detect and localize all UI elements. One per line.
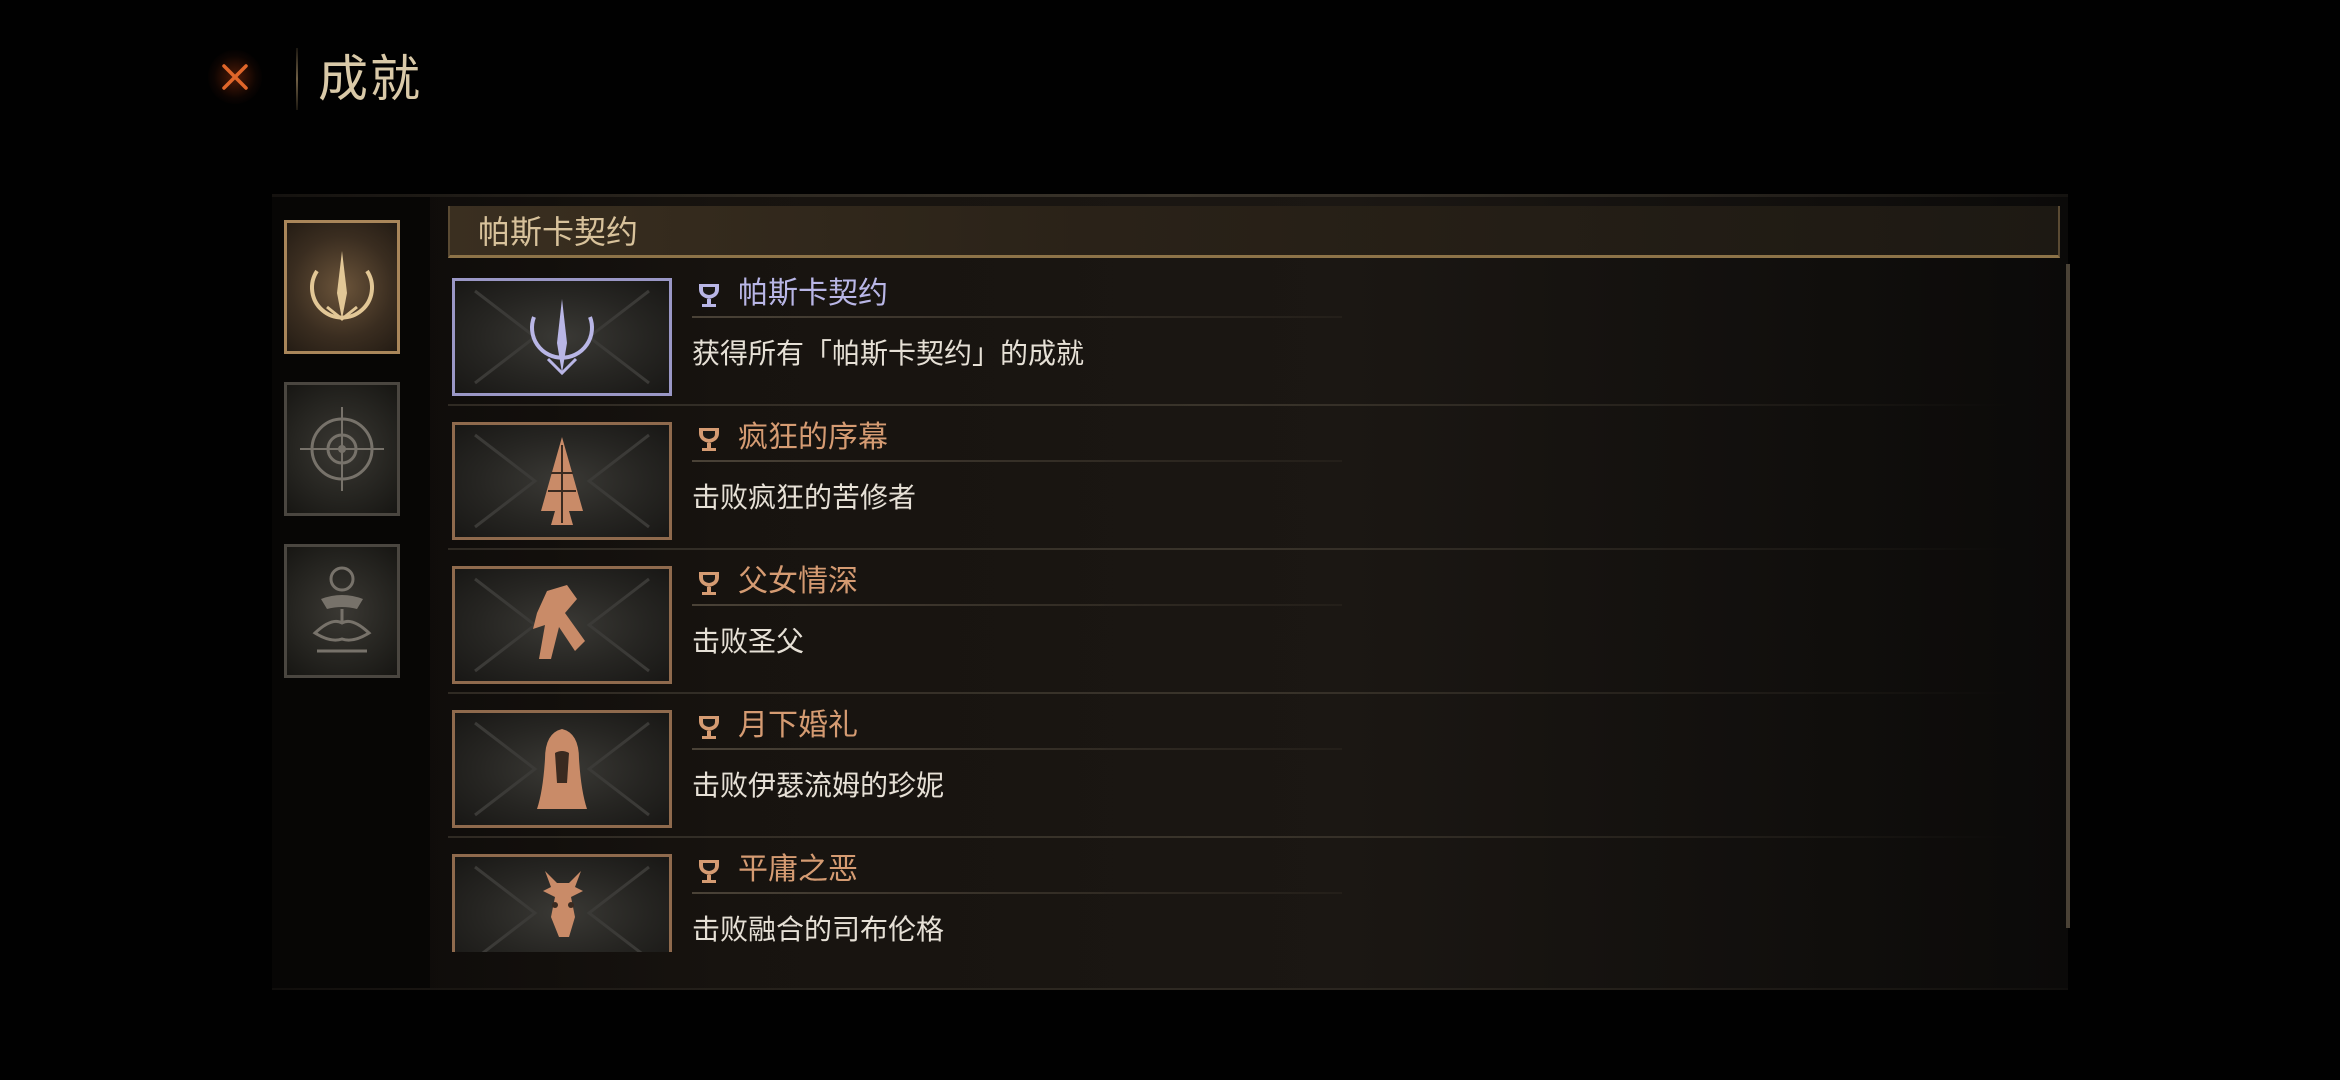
category-tab-3[interactable]: [284, 544, 400, 678]
achievement-row[interactable]: 平庸之恶 击败融合的司布伦格: [448, 838, 2068, 952]
name-underline: [692, 748, 1342, 750]
achievement-thumbnail: [452, 422, 672, 540]
achievement-list[interactable]: 帕斯卡契约 获得所有「帕斯卡契约」的成就 疯狂的序幕 击败疯狂的苦修者 父女情深…: [448, 262, 2068, 952]
broken-figure-icon: [474, 577, 650, 673]
achievement-name: 平庸之恶: [738, 852, 858, 887]
achievement-name: 帕斯卡契约: [738, 276, 888, 311]
achievement-row[interactable]: 月下婚礼 击败伊瑟流姆的珍妮: [448, 694, 2068, 838]
achievement-thumbnail: [452, 854, 672, 952]
name-underline: [692, 604, 1342, 606]
compass-eye-icon: [300, 407, 384, 491]
crescent-spire-icon: [474, 289, 650, 385]
list-scrollbar[interactable]: [2066, 264, 2070, 928]
page-title: 成就: [318, 50, 422, 108]
panel-top-border: [272, 194, 2068, 197]
achievement-name: 月下婚礼: [738, 708, 858, 743]
trophy-icon: [699, 860, 719, 883]
name-underline: [692, 892, 1342, 894]
thorn-spire-icon: [474, 433, 650, 529]
achievement-description: 击败伊瑟流姆的珍妮: [692, 769, 945, 802]
achievements-screen: 成就 帕斯卡契约 帕斯卡契约 获得所有「帕斯卡契约」的成就 疯狂的序幕 击败疯狂…: [0, 0, 2340, 1080]
antlered-beast-icon: [474, 865, 650, 952]
achievement-row[interactable]: 帕斯卡契约 获得所有「帕斯卡契约」的成就: [448, 262, 2068, 406]
achievement-thumbnail: [452, 278, 672, 396]
category-tab-2[interactable]: [284, 382, 400, 516]
achievement-description: 击败融合的司布伦格: [692, 913, 945, 946]
achievement-description: 获得所有「帕斯卡契约」的成就: [692, 337, 1085, 370]
title-divider: [296, 48, 298, 110]
trophy-icon: [699, 284, 719, 307]
veiled-bride-icon: [474, 721, 650, 817]
achievement-row[interactable]: 疯狂的序幕 击败疯狂的苦修者: [448, 406, 2068, 550]
achievement-row[interactable]: 父女情深 击败圣父: [448, 550, 2068, 694]
achievement-name: 疯狂的序幕: [738, 420, 888, 455]
trophy-icon: [699, 572, 719, 595]
close-button[interactable]: [208, 50, 262, 104]
achievement-description: 击败疯狂的苦修者: [692, 481, 917, 514]
achievement-thumbnail: [452, 566, 672, 684]
achievement-thumbnail: [452, 710, 672, 828]
name-underline: [692, 460, 1342, 462]
ritual-figure-icon: [312, 566, 372, 653]
crescent-spire-icon: [310, 251, 374, 321]
trophy-icon: [699, 428, 719, 451]
name-underline: [692, 316, 1342, 318]
section-header: 帕斯卡契约: [448, 206, 2060, 258]
category-tab-pascal-covenant[interactable]: [284, 220, 400, 354]
section-title: 帕斯卡契约: [478, 213, 639, 251]
close-icon: [222, 64, 248, 90]
achievement-name: 父女情深: [738, 564, 858, 599]
trophy-icon: [699, 716, 719, 739]
achievement-description: 击败圣父: [692, 625, 805, 658]
panel-bottom-border: [272, 988, 2068, 990]
